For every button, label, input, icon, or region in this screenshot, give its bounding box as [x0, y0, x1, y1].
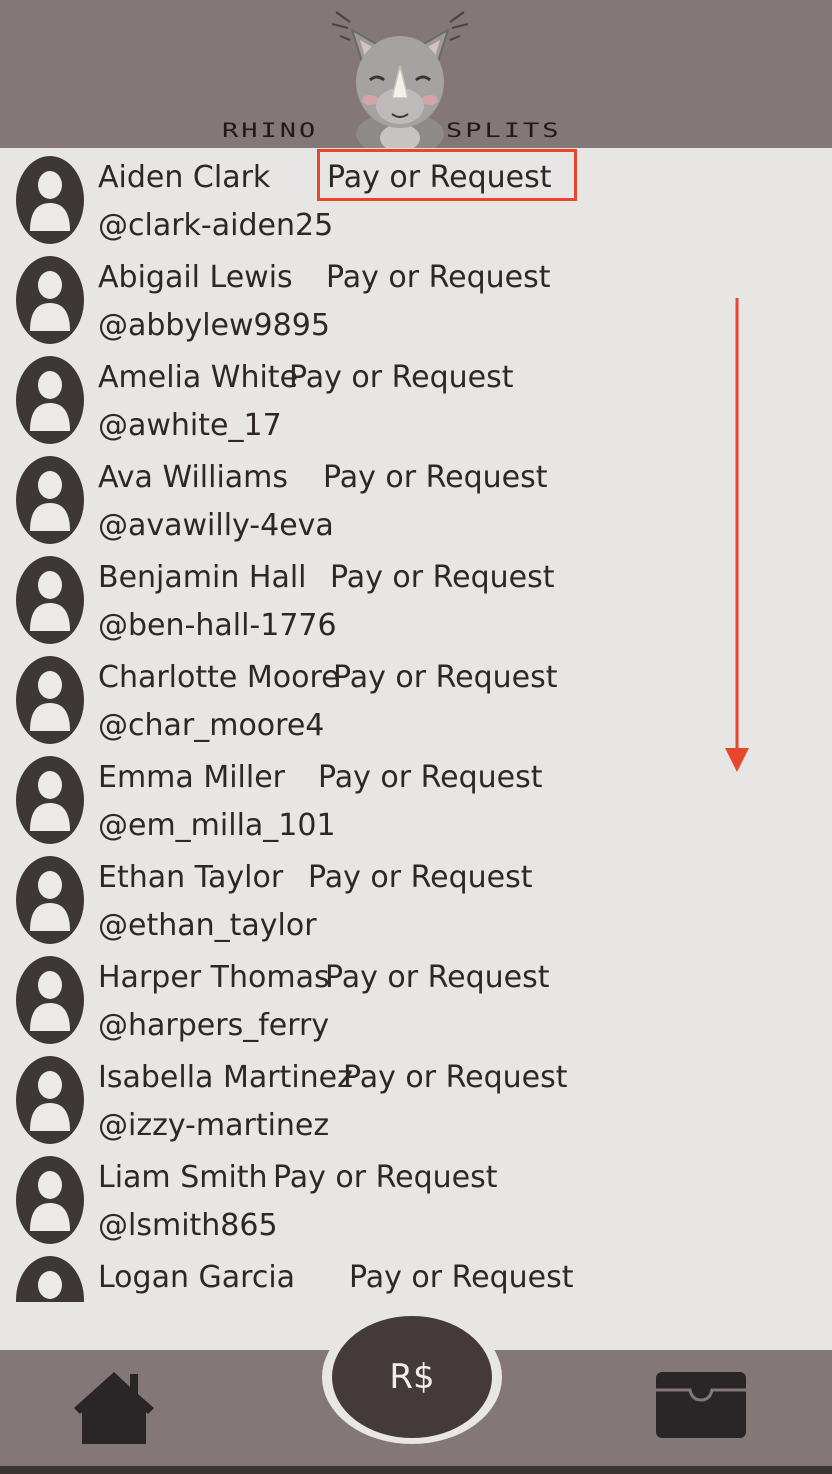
contact-name: Amelia White [98, 360, 299, 395]
pay-or-request-button[interactable]: Pay or Request [289, 356, 514, 400]
contact-name: Logan Garcia [98, 1260, 296, 1295]
pay-or-request-button[interactable]: Pay or Request [326, 256, 551, 300]
avatar-icon [16, 956, 84, 1044]
contact-list[interactable]: Aiden Clark Pay or Request @clark-aiden25 A… [0, 148, 832, 1302]
avatar-icon [16, 1056, 84, 1144]
contact-handle: @ben-hall-1776 [98, 608, 337, 643]
rhino-mascot-icon [331, 11, 469, 148]
contact-handle: @izzy-martinez [98, 1108, 330, 1143]
contact-name: Isabella Martinez [98, 1060, 353, 1095]
avatar-icon [16, 456, 84, 544]
contact-row[interactable]: Ava Williams Pay or Request @avawilly-4eva [0, 452, 832, 552]
contact-name: Charlotte Moore [98, 660, 340, 695]
contact-handle: @ethan_taylor [98, 908, 317, 943]
logo-text-left: RHINO [222, 119, 319, 142]
contact-row[interactable]: Abigail Lewis Pay or Request @abbylew9895 [0, 252, 832, 352]
pay-or-request-button[interactable]: Pay or Request [318, 756, 543, 800]
avatar-icon [16, 156, 84, 244]
contact-handle: @abbylew9895 [98, 308, 330, 343]
avatar-icon [16, 256, 84, 344]
contact-name: Liam Smith [98, 1160, 268, 1195]
contact-row[interactable]: Ethan Taylor Pay or Request @ethan_taylor [0, 852, 832, 952]
avatar-icon [16, 556, 84, 644]
contact-name: Ethan Taylor [98, 860, 284, 895]
rhino-splits-logo: RHINO SPLITS [220, 6, 612, 148]
contact-handle: @harpers_ferry [98, 1008, 330, 1043]
bottom-edge [0, 1466, 832, 1474]
contact-row[interactable]: Charlotte Moore Pay or Request @char_moore… [0, 652, 832, 752]
contact-handle: @em_milla_101 [98, 808, 336, 843]
contact-row[interactable]: Liam Smith Pay or Request @lsmith865 [0, 1152, 832, 1252]
contact-name: Emma Miller [98, 760, 286, 795]
contact-handle: @char_moore4 [98, 708, 325, 743]
avatar-icon [16, 1256, 84, 1302]
contact-handle: @lsmith865 [98, 1208, 278, 1243]
contact-handle: @awhite_17 [98, 408, 282, 443]
contact-name: Harper Thomas [98, 960, 330, 995]
send-money-button[interactable]: R$ [322, 1310, 502, 1444]
avatar-icon [16, 656, 84, 744]
scroll-down-arrow-icon [725, 298, 749, 772]
wallet-icon[interactable] [654, 1370, 748, 1440]
contact-row[interactable]: Amelia White Pay or Request @awhite_17 [0, 352, 832, 452]
avatar-icon [16, 356, 84, 444]
contact-row[interactable]: Emma Miller Pay or Request @em_milla_101 [0, 752, 832, 852]
home-icon[interactable] [70, 1366, 158, 1446]
contact-row[interactable]: Benjamin Hall Pay or Request @ben-hall-177… [0, 552, 832, 652]
contact-row[interactable]: Harper Thomas Pay or Request @harpers_ferr… [0, 952, 832, 1052]
contact-row[interactable]: Isabella Martinez Pay or Request @izzy-mar… [0, 1052, 832, 1152]
contact-handle: @clark-aiden25 [98, 208, 334, 243]
contact-name: Ava Williams [98, 460, 289, 495]
contact-name: Benjamin Hall [98, 560, 307, 595]
avatar-icon [16, 856, 84, 944]
avatar-icon [16, 756, 84, 844]
contact-row[interactable]: Logan Garcia Pay or Request [0, 1252, 832, 1302]
highlight-box [317, 149, 577, 201]
pay-or-request-button[interactable]: Pay or Request [330, 556, 555, 600]
pay-or-request-button[interactable]: Pay or Request [349, 1256, 574, 1300]
avatar-icon [16, 1156, 84, 1244]
send-money-label: R$ [332, 1316, 492, 1438]
pay-or-request-button[interactable]: Pay or Request [273, 1156, 498, 1200]
pay-or-request-button[interactable]: Pay or Request [333, 656, 558, 700]
contact-name: Aiden Clark [98, 160, 271, 195]
app-header: RHINO SPLITS [0, 0, 832, 148]
contact-handle: @avawilly-4eva [98, 508, 334, 543]
pay-or-request-button[interactable]: Pay or Request [323, 456, 548, 500]
pay-or-request-button[interactable]: Pay or Request [325, 956, 550, 1000]
pay-or-request-button[interactable]: Pay or Request [343, 1056, 568, 1100]
pay-or-request-button[interactable]: Pay or Request [308, 856, 533, 900]
contact-name: Abigail Lewis [98, 260, 293, 295]
